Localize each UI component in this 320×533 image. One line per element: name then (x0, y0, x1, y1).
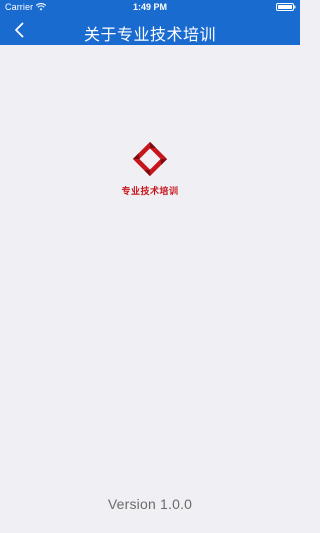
top-bar: Carrier 1:49 PM 关于专业技术培训 (0, 0, 300, 45)
page-title: 关于专业技术培训 (83, 27, 216, 44)
app-logo: 专业技术培训 (0, 140, 300, 197)
status-time: 1:49 PM (132, 2, 167, 12)
logo-text: 专业技术培训 (121, 186, 179, 196)
logo-icon (132, 141, 168, 177)
status-bar: Carrier 1:49 PM (0, 0, 300, 14)
navigation-bar: 关于专业技术培训 (0, 14, 300, 45)
version-label: Version 1.0.0 (107, 496, 193, 512)
battery-icon (276, 3, 296, 11)
